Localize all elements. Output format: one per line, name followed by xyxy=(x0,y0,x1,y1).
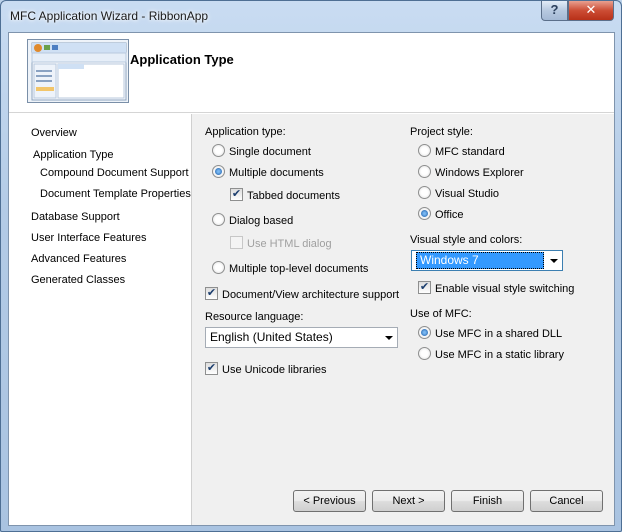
cancel-button[interactable]: Cancel xyxy=(530,490,603,512)
radio-indicator xyxy=(418,207,431,220)
radio-indicator xyxy=(212,261,225,274)
next-button[interactable]: Next > xyxy=(372,490,445,512)
options-pane: Application type: Single document Multip… xyxy=(191,114,614,525)
resource-language-select[interactable]: English (United States) xyxy=(205,327,398,348)
use-html-dialog-checkbox[interactable]: Use HTML dialog xyxy=(230,236,332,250)
mfc-standard-radio[interactable]: MFC standard xyxy=(418,144,505,158)
checkbox-indicator xyxy=(205,287,218,300)
nav-item-generated-classes[interactable]: Generated Classes xyxy=(31,274,125,286)
office-label: Office xyxy=(435,209,464,221)
finish-button[interactable]: Finish xyxy=(451,490,524,512)
use-of-mfc-heading: Use of MFC: xyxy=(410,308,472,320)
visual-style-select[interactable]: Windows 7 xyxy=(411,250,563,271)
dialog-based-label: Dialog based xyxy=(229,215,294,227)
radio-indicator xyxy=(418,347,431,360)
nav-item-application-type[interactable]: Application Type xyxy=(33,149,114,161)
help-button[interactable]: ? xyxy=(541,1,568,21)
radio-indicator xyxy=(418,186,431,199)
tabbed-documents-checkbox[interactable]: Tabbed documents xyxy=(230,188,340,202)
tabbed-documents-label: Tabbed documents xyxy=(247,190,340,202)
wizard-preview-image xyxy=(27,39,129,103)
checkbox-indicator xyxy=(205,362,218,375)
wizard-header: Application Type xyxy=(9,33,614,113)
windows-explorer-radio[interactable]: Windows Explorer xyxy=(418,165,524,179)
chevron-down-icon xyxy=(385,336,393,340)
chevron-down-icon xyxy=(550,259,558,263)
radio-indicator xyxy=(212,213,225,226)
resource-language-value: English (United States) xyxy=(210,330,333,344)
page-title: Application Type xyxy=(130,52,234,67)
multiple-top-level-label: Multiple top-level documents xyxy=(229,263,369,275)
multiple-documents-label: Multiple documents xyxy=(229,167,324,179)
multiple-top-level-radio[interactable]: Multiple top-level documents xyxy=(212,261,368,275)
style-switching-checkbox[interactable]: Enable visual style switching xyxy=(418,281,574,295)
visual-style-value: Windows 7 xyxy=(416,252,544,269)
nav-item-document-template-properties[interactable]: Document Template Properties xyxy=(40,188,191,200)
mfc-static-library-radio[interactable]: Use MFC in a static library xyxy=(418,347,564,361)
radio-indicator xyxy=(212,144,225,157)
previous-button[interactable]: < Previous xyxy=(293,490,366,512)
close-button[interactable]: ✕ xyxy=(568,1,614,21)
document-view-checkbox[interactable]: Document/View architecture support xyxy=(205,287,399,301)
style-switching-label: Enable visual style switching xyxy=(435,283,575,295)
multiple-documents-radio[interactable]: Multiple documents xyxy=(212,165,324,179)
title-bar[interactable]: MFC Application Wizard - RibbonApp ? ✕ xyxy=(1,1,621,33)
project-style-heading: Project style: xyxy=(410,126,473,138)
mfc-static-library-label: Use MFC in a static library xyxy=(435,349,564,361)
unicode-libraries-label: Use Unicode libraries xyxy=(222,364,327,376)
nav-item-database-support[interactable]: Database Support xyxy=(31,211,120,223)
nav-item-overview[interactable]: Overview xyxy=(31,127,77,139)
radio-indicator xyxy=(212,165,225,178)
visual-studio-label: Visual Studio xyxy=(435,188,500,200)
single-document-radio[interactable]: Single document xyxy=(212,144,311,158)
nav-item-compound-document-support[interactable]: Compound Document Support xyxy=(40,167,189,179)
visual-style-heading: Visual style and colors: xyxy=(410,234,523,246)
nav-item-advanced-features[interactable]: Advanced Features xyxy=(31,253,126,265)
office-radio[interactable]: Office xyxy=(418,207,464,221)
radio-indicator xyxy=(418,326,431,339)
resource-language-heading: Resource language: xyxy=(205,311,304,323)
use-html-dialog-label: Use HTML dialog xyxy=(247,238,332,250)
document-view-label: Document/View architecture support xyxy=(222,289,400,301)
window-title: MFC Application Wizard - RibbonApp xyxy=(10,9,209,23)
visual-studio-radio[interactable]: Visual Studio xyxy=(418,186,499,200)
single-document-label: Single document xyxy=(229,146,311,158)
mfc-standard-label: MFC standard xyxy=(435,146,505,158)
unicode-libraries-checkbox[interactable]: Use Unicode libraries xyxy=(205,362,327,376)
checkbox-indicator xyxy=(418,281,431,294)
wizard-client-area: Application Type Overview Application Ty… xyxy=(8,32,615,526)
nav-item-user-interface-features[interactable]: User Interface Features xyxy=(31,232,147,244)
wizard-window: MFC Application Wizard - RibbonApp ? ✕ A… xyxy=(0,0,622,532)
windows-explorer-label: Windows Explorer xyxy=(435,167,524,179)
radio-indicator xyxy=(418,165,431,178)
checkbox-indicator xyxy=(230,236,243,249)
mfc-shared-dll-label: Use MFC in a shared DLL xyxy=(435,328,563,340)
wizard-nav: Overview Application Type Compound Docum… xyxy=(9,114,191,525)
application-type-heading: Application type: xyxy=(205,126,286,138)
mfc-shared-dll-radio[interactable]: Use MFC in a shared DLL xyxy=(418,326,562,340)
dialog-based-radio[interactable]: Dialog based xyxy=(212,213,293,227)
checkbox-indicator xyxy=(230,188,243,201)
radio-indicator xyxy=(418,144,431,157)
